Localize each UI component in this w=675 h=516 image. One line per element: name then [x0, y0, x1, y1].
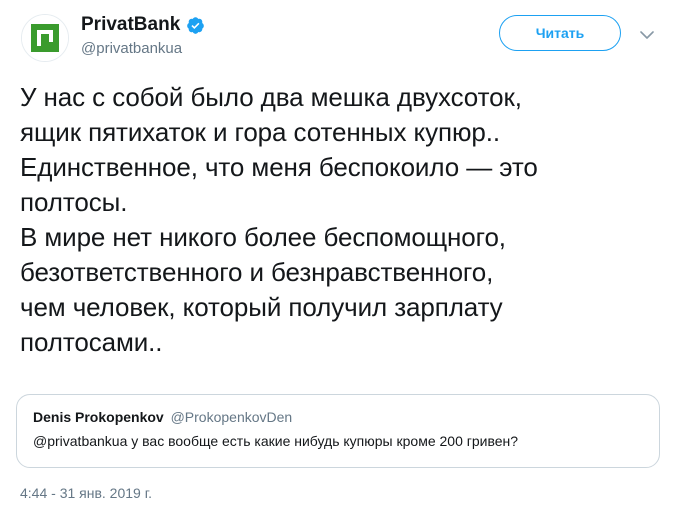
tweet-text-line: ящик пятихаток и гора сотенных купюр..: [20, 117, 500, 147]
privatbank-logo-icon: [22, 15, 68, 61]
quoted-tweet-text: @privatbankua у вас вообще есть какие ни…: [33, 433, 519, 449]
tweet-text-line: В мире нет никого более беспомощного,: [20, 222, 506, 252]
tweet-text-line: чем человек, который получил зарплату: [20, 292, 503, 322]
tweet-card: PrivatBank @privatbankua Читать У нас с …: [0, 0, 675, 516]
chevron-down-icon[interactable]: [640, 30, 654, 40]
author-handle[interactable]: @privatbankua: [81, 40, 182, 57]
avatar[interactable]: [21, 14, 69, 62]
quoted-author-handle: @ProkopenkovDen: [170, 409, 293, 425]
author-name-row[interactable]: PrivatBank: [81, 14, 205, 36]
tweet-text-line: У нас с собой было два мешка двухсоток,: [20, 82, 522, 112]
quoted-tweet-header: Denis Prokopenkov @ProkopenkovDen: [33, 409, 292, 425]
tweet-timestamp[interactable]: 4:44 - 31 янв. 2019 г.: [20, 485, 152, 501]
tweet-text-line: безответственного и безнравственного,: [20, 257, 494, 287]
tweet-text: У нас с собой было два мешка двухсоток, …: [20, 80, 665, 360]
quoted-author-name: Denis Prokopenkov: [33, 409, 164, 425]
tweet-text-line: Единственное, что меня беспокоило — это: [20, 152, 538, 182]
verified-badge-icon: [187, 16, 205, 34]
follow-button[interactable]: Читать: [499, 15, 621, 51]
tweet-text-line: полтосы.: [20, 187, 128, 217]
tweet-text-line: полтосами..: [20, 327, 163, 357]
author-display-name[interactable]: PrivatBank: [81, 14, 180, 36]
quoted-tweet[interactable]: Denis Prokopenkov @ProkopenkovDen @priva…: [16, 394, 660, 468]
